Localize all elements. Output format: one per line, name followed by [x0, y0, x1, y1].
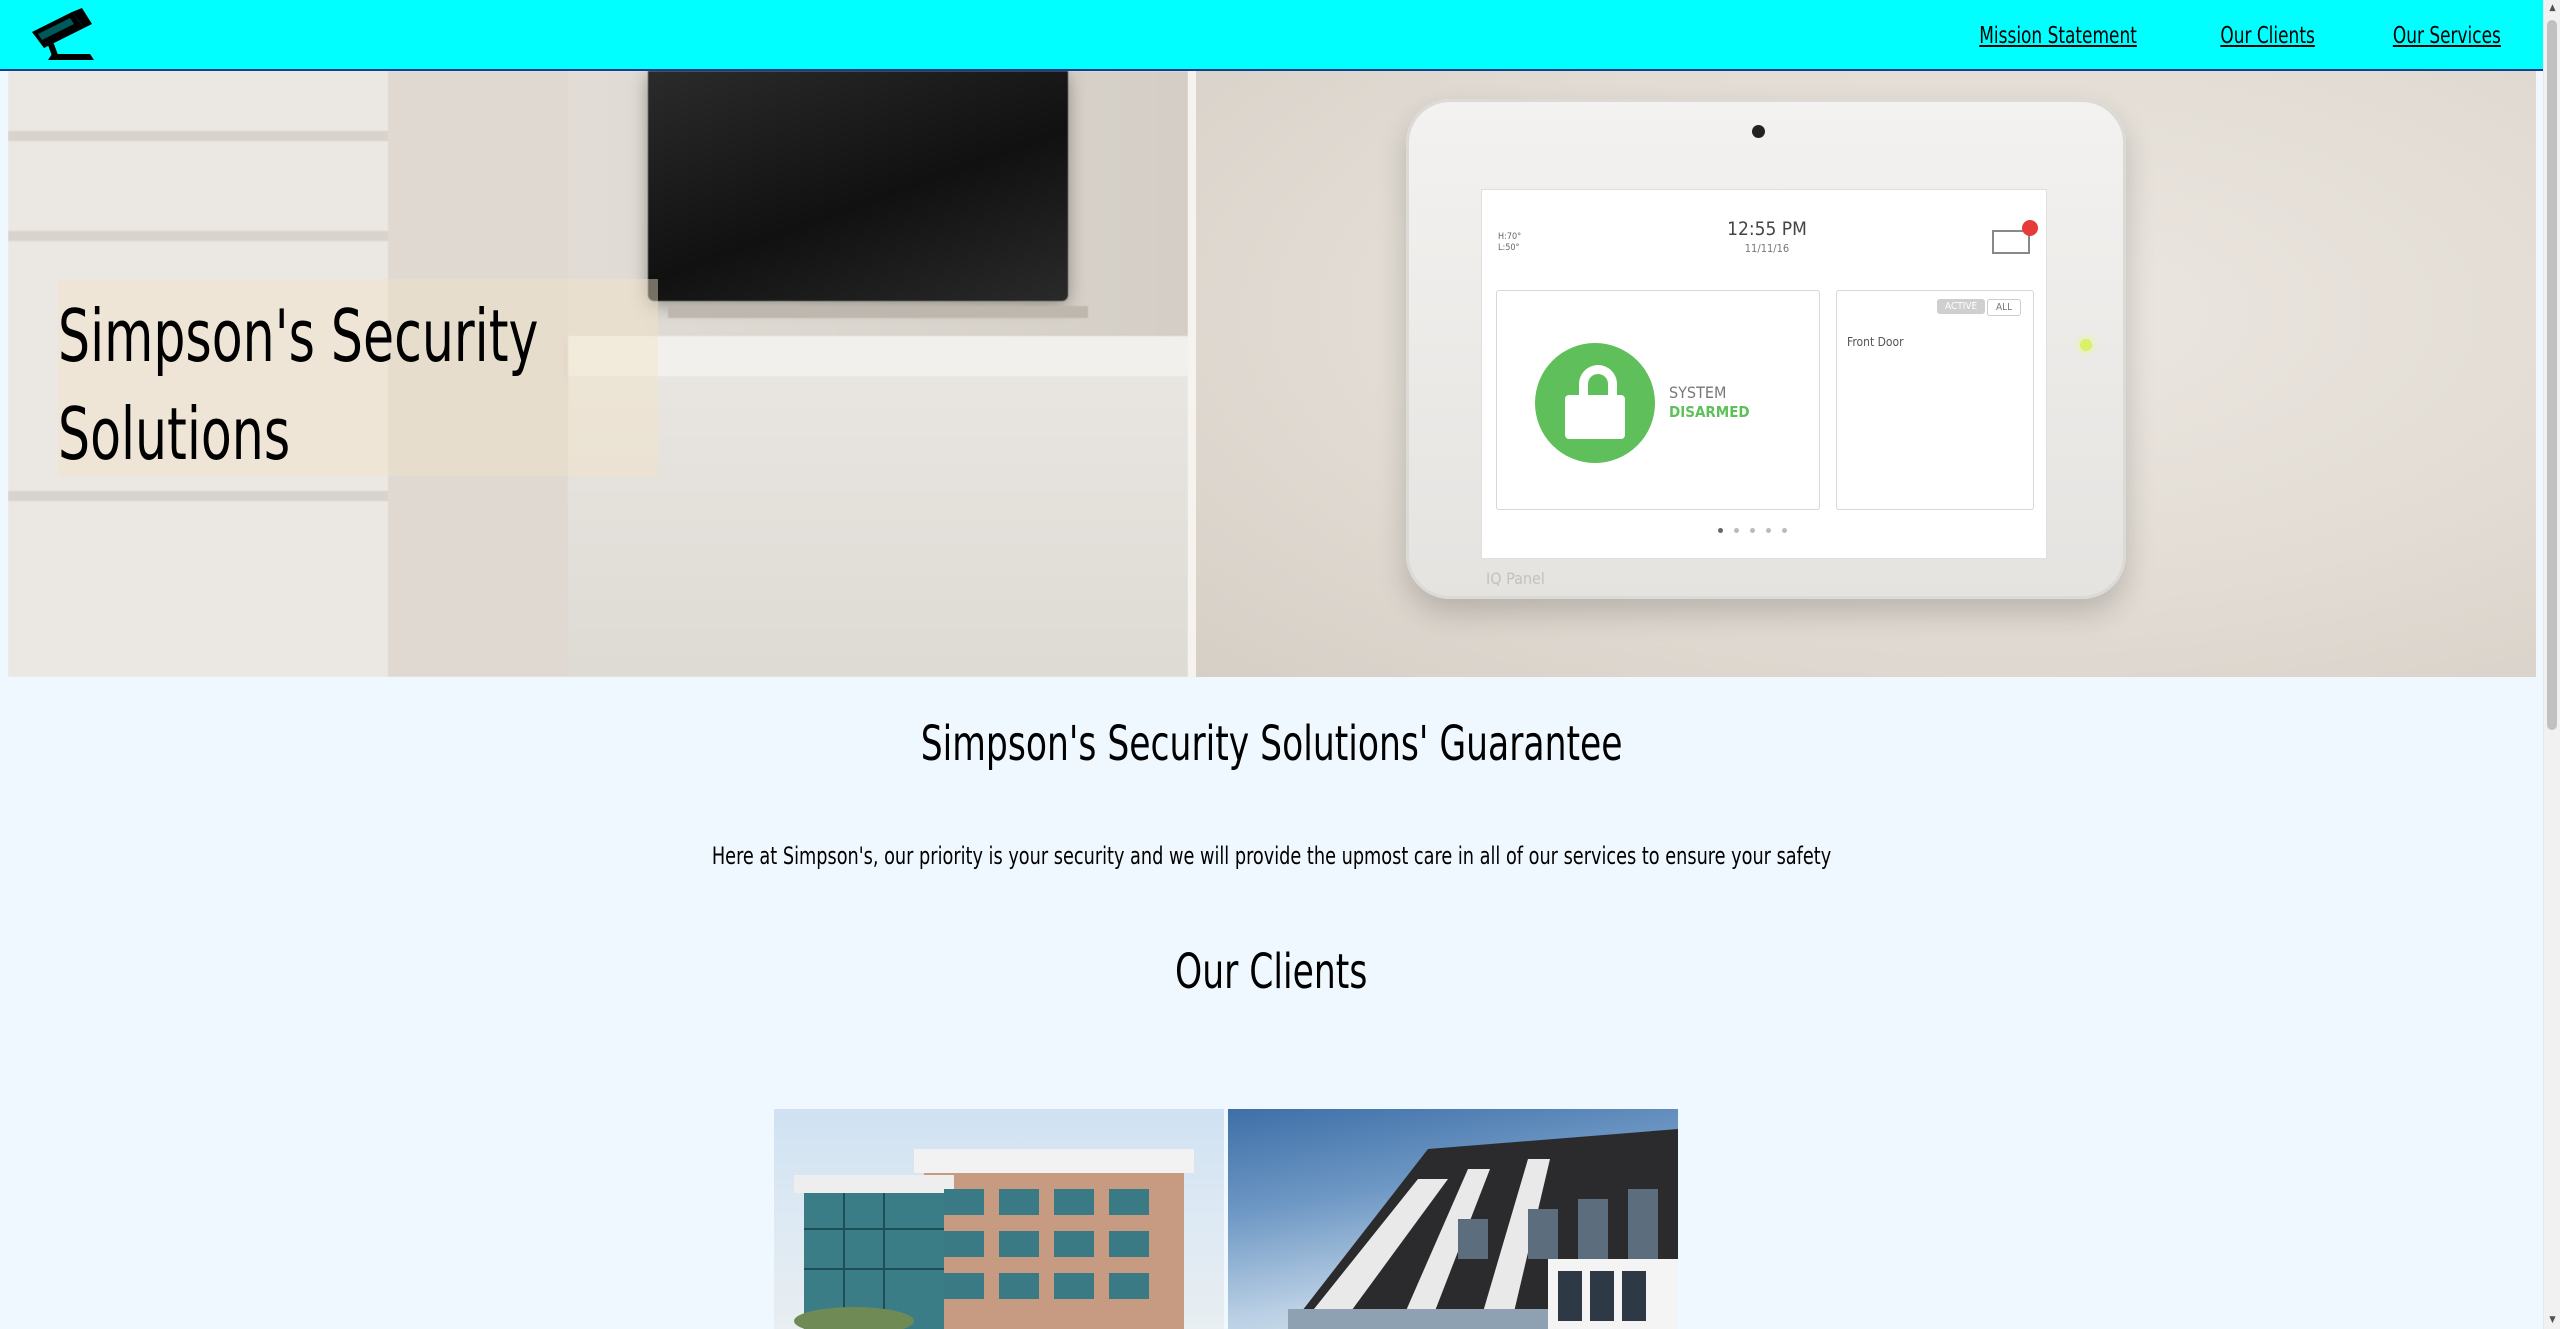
guarantee-title: Simpson's Security Solutions' Guarantee — [920, 716, 1623, 772]
nav-links: Mission Statement Our Clients Our Servic… — [1962, 0, 2513, 71]
panel-status-line2: DISARMED — [1669, 403, 1750, 421]
panel-status-card: SYSTEM DISARMED — [1496, 290, 1820, 510]
nav-link-our-services[interactable]: Our Services — [2393, 23, 2501, 49]
hero-title-box: Simpson's Security Solutions — [58, 279, 658, 476]
panel-weather: H:70° L:50° — [1498, 232, 1522, 253]
hero-title: Simpson's Security Solutions — [58, 294, 539, 476]
scroll-down-arrow-icon[interactable]: ▼ — [2544, 1312, 2560, 1329]
panel-status-line1: SYSTEM — [1669, 383, 1727, 402]
vertical-scrollbar[interactable]: ▲ ▼ — [2543, 0, 2560, 1329]
panel-page-dots — [1718, 528, 1787, 533]
panel-sensors-card: ACTIVE ALL Front Door — [1836, 290, 2034, 510]
security-panel-image: IQ Panel H:70° L:50° 12:55 PM 11/11/16 S… — [1406, 99, 2126, 599]
panel-time: 12:55 PM — [1727, 218, 1807, 240]
nav-link-our-clients[interactable]: Our Clients — [2220, 23, 2314, 49]
client-image-office-building — [774, 1109, 1224, 1329]
panel-sensor-front-door: Front Door — [1847, 335, 1904, 349]
guarantee-text: Here at Simpson's, our priority is your … — [711, 842, 1832, 870]
tv-image — [648, 71, 1068, 301]
nav-link-mission-statement[interactable]: Mission Statement — [1979, 23, 2137, 49]
client-image-modern-building — [1228, 1109, 1678, 1329]
hero-background-panel-wall: IQ Panel H:70° L:50° 12:55 PM 11/11/16 S… — [1196, 71, 2536, 677]
scrollbar-thumb[interactable] — [2547, 20, 2557, 730]
top-navbar: Mission Statement Our Clients Our Servic… — [0, 0, 2543, 71]
panel-screen: H:70° L:50° 12:55 PM 11/11/16 SYSTEM DIS… — [1481, 189, 2047, 559]
panel-date: 11/11/16 — [1744, 242, 1790, 255]
notification-badge — [2022, 220, 2038, 236]
clients-title: Our Clients — [1175, 944, 1368, 1000]
scroll-up-arrow-icon[interactable]: ▲ — [2544, 0, 2560, 17]
unlock-icon — [1535, 343, 1655, 463]
hero-banner: IQ Panel H:70° L:50° 12:55 PM 11/11/16 S… — [8, 71, 2536, 677]
panel-brand: IQ Panel — [1486, 569, 1545, 588]
panel-tab-active: ACTIVE — [1937, 299, 1986, 314]
panel-tab-all: ALL — [1987, 299, 2022, 316]
security-camera-icon[interactable] — [28, 6, 100, 62]
